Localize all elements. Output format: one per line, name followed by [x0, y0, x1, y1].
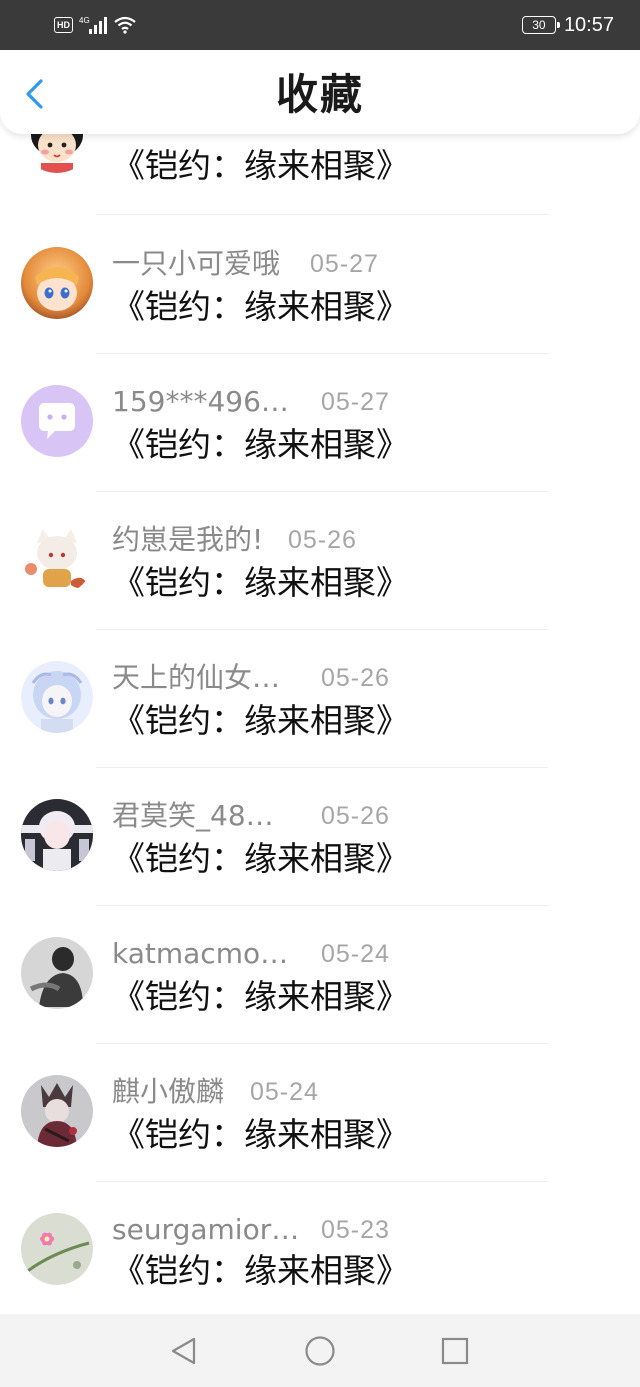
item-date: 05-27 — [310, 250, 379, 278]
divider — [96, 767, 548, 768]
item-title: 《铠约：缘来相聚》 — [112, 977, 409, 1016]
page-title: 收藏 — [275, 70, 364, 119]
circle-home-icon — [305, 1336, 335, 1366]
status-left: HD 4G — [54, 14, 137, 36]
divider — [96, 629, 548, 630]
user-name: seurgamior… — [112, 1213, 300, 1246]
divider — [96, 491, 548, 492]
triangle-back-icon — [171, 1337, 196, 1365]
item-date: 05-24 — [321, 940, 390, 968]
item-date: 05-27 — [321, 388, 390, 416]
item-title: 《铠约：缘来相聚》 — [112, 287, 409, 326]
item-date: 05-26 — [321, 802, 390, 830]
item-meta: 159***496… 05-27 — [112, 384, 412, 420]
monochrome-photo-avatar[interactable] — [21, 937, 93, 1009]
dark-warrior-avatar[interactable] — [21, 1075, 93, 1147]
white-hair-boy-avatar[interactable] — [21, 799, 93, 871]
item-date: 05-24 — [250, 1078, 319, 1106]
square-recents-icon — [441, 1337, 469, 1365]
divider — [96, 353, 548, 354]
item-meta: 约崽是我的! 05-26 — [112, 522, 412, 558]
list-item[interactable]: seurgamior… 05-23 《铠约：缘来相聚》 — [0, 1186, 640, 1314]
nav-back-button[interactable] — [166, 1334, 200, 1368]
item-title: 《铠约：缘来相聚》 — [112, 425, 409, 464]
item-title: 《铠约：缘来相聚》 — [112, 563, 409, 602]
user-name: katmacmo… — [112, 937, 289, 970]
divider — [96, 1043, 548, 1044]
user-name: 一只小可爱哦 — [112, 247, 281, 280]
fox-girl-avatar[interactable] — [21, 523, 93, 595]
item-date: 05-26 — [288, 526, 357, 554]
hd-badge: HD — [54, 17, 73, 33]
item-title: 《铠约：缘来相聚》 — [112, 146, 409, 185]
list-item[interactable]: 麒小傲麟 05-24 《铠约：缘来相聚》 — [0, 1048, 640, 1186]
user-name: 麒小傲麟 — [112, 1075, 225, 1108]
cartoon-girl-avatar[interactable] — [21, 134, 93, 173]
app-header: 收藏 — [0, 50, 640, 134]
item-date: 05-23 — [321, 1216, 390, 1244]
battery-level: 30 — [532, 18, 546, 32]
nav-recents-button[interactable] — [438, 1334, 472, 1368]
signal-icon: 4G — [79, 16, 107, 34]
divider — [96, 905, 548, 906]
user-name: 君莫笑_48… — [112, 799, 274, 832]
favorites-list: 《铠约：缘来相聚》 一只小可爱哦 05-27 《铠约：缘来相聚》 159***4… — [0, 134, 640, 1314]
pink-flower-avatar[interactable] — [21, 1213, 93, 1285]
list-item[interactable]: katmacmo… 05-24 《铠约：缘来相聚》 — [0, 910, 640, 1048]
item-meta: 麒小傲麟 05-24 — [112, 1074, 412, 1110]
status-right: 30 10:57 — [521, 12, 614, 38]
item-title: 《铠约：缘来相聚》 — [112, 1251, 409, 1290]
system-nav-bar — [0, 1314, 640, 1387]
item-meta: 君莫笑_48… 05-26 — [112, 798, 412, 834]
divider — [96, 1181, 548, 1182]
item-meta: 天上的仙女… 05-26 — [112, 660, 412, 696]
divider — [96, 214, 548, 215]
list-item[interactable]: 一只小可爱哦 05-27 《铠约：缘来相聚》 — [0, 220, 640, 358]
item-title: 《铠约：缘来相聚》 — [112, 1115, 409, 1154]
item-title: 《铠约：缘来相聚》 — [112, 839, 409, 878]
anime-blonde-avatar[interactable] — [21, 247, 93, 319]
list-item[interactable]: 《铠约：缘来相聚》 — [0, 134, 640, 219]
ice-anime-girl-avatar[interactable] — [21, 661, 93, 733]
list-item[interactable]: 君莫笑_48… 05-26 《铠约：缘来相聚》 — [0, 772, 640, 910]
battery-icon: 30 — [521, 16, 560, 34]
network-type: 4G — [79, 16, 90, 25]
user-name: 天上的仙女… — [112, 661, 281, 694]
item-meta: 一只小可爱哦 05-27 — [112, 246, 412, 282]
clock: 10:57 — [563, 13, 614, 36]
status-bar: HD 4G 30 10:57 — [0, 0, 640, 50]
item-meta: seurgamior… 05-23 — [112, 1212, 412, 1248]
item-title: 《铠约：缘来相聚》 — [112, 701, 409, 740]
user-name: 约崽是我的! — [112, 523, 264, 556]
user-name: 159***496… — [112, 385, 289, 418]
list-item[interactable]: 159***496… 05-27 《铠约：缘来相聚》 — [0, 358, 640, 496]
list-item[interactable]: 天上的仙女… 05-26 《铠约：缘来相聚》 — [0, 634, 640, 772]
item-date: 05-26 — [321, 664, 390, 692]
default-chat-bubble-avatar[interactable] — [21, 385, 93, 457]
list-item[interactable]: 约崽是我的! 05-26 《铠约：缘来相聚》 — [0, 496, 640, 634]
wifi-icon — [114, 16, 136, 34]
nav-home-button[interactable] — [303, 1334, 337, 1368]
item-meta: katmacmo… 05-24 — [112, 936, 412, 972]
